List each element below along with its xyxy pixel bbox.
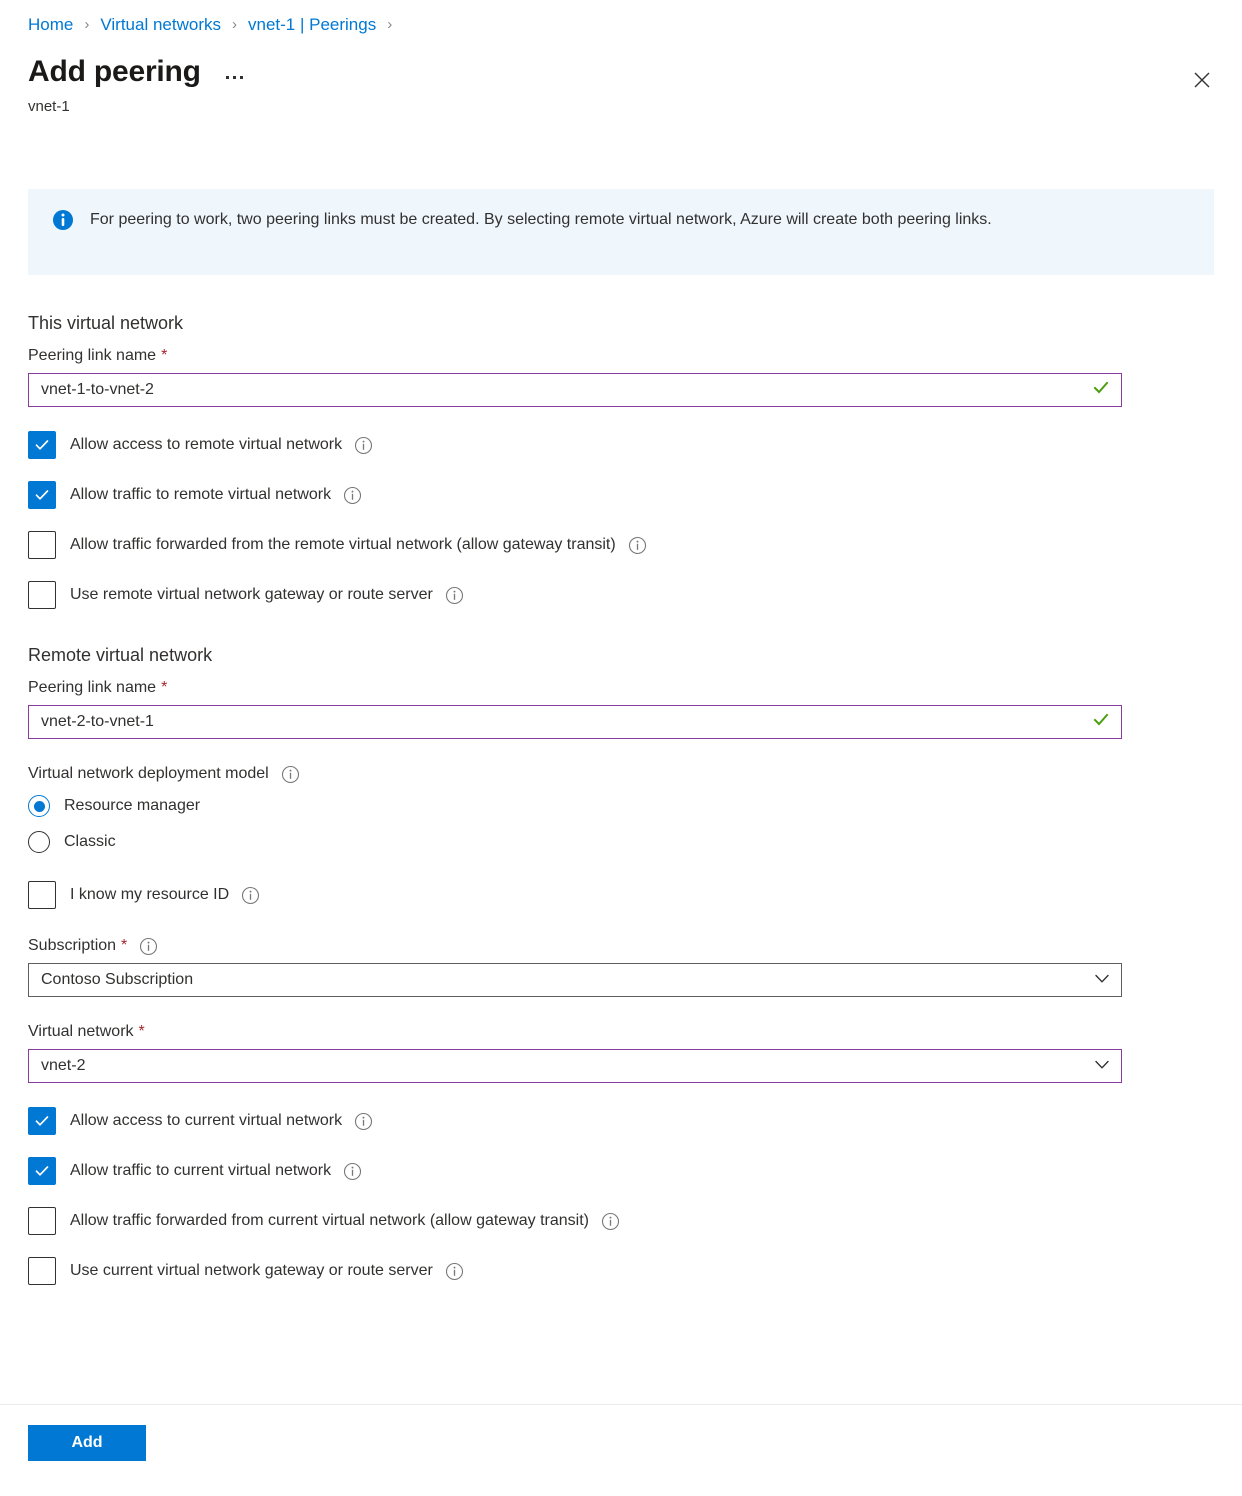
remote-peering-link-name-input[interactable] bbox=[28, 705, 1122, 739]
checkbox-row-allow-access-current[interactable]: Allow access to current virtual network bbox=[28, 1107, 1214, 1135]
info-banner: For peering to work, two peering links m… bbox=[28, 189, 1214, 275]
section-heading-this-virtual-network: This virtual network bbox=[28, 313, 184, 333]
radio-row-classic[interactable]: Classic bbox=[28, 829, 1214, 855]
checkbox-allow-traffic-remote[interactable] bbox=[28, 481, 56, 509]
subscription-label: Subscription * bbox=[28, 935, 1214, 957]
virtual-network-select-wrap: vnet-2 bbox=[28, 1049, 1122, 1083]
blade-body: For peering to work, two peering links m… bbox=[0, 117, 1242, 1404]
blade-header: Home › Virtual networks › vnet-1 | Peeri… bbox=[0, 0, 1242, 117]
checkbox-allow-access-current[interactable] bbox=[28, 1107, 56, 1135]
deployment-model-label-text: Virtual network deployment model bbox=[28, 765, 269, 782]
subscription-label-text: Subscription bbox=[28, 937, 117, 954]
breadcrumb-separator-icon: › bbox=[232, 16, 237, 33]
info-icon bbox=[52, 209, 74, 236]
checkbox-label: I know my resource ID bbox=[70, 886, 230, 903]
info-icon[interactable] bbox=[445, 1262, 464, 1281]
section-heading-remote-virtual-network: Remote virtual network bbox=[28, 645, 213, 665]
breadcrumb-item-virtual-networks[interactable]: Virtual networks bbox=[100, 14, 221, 36]
add-peering-blade: Home › Virtual networks › vnet-1 | Peeri… bbox=[0, 0, 1242, 1496]
required-marker: * bbox=[161, 679, 168, 696]
radio-label: Resource manager bbox=[64, 797, 201, 814]
info-icon[interactable] bbox=[445, 586, 464, 605]
checkbox-row-allow-access-remote[interactable]: Allow access to remote virtual network bbox=[28, 431, 1214, 459]
virtual-network-select[interactable]: vnet-2 bbox=[28, 1049, 1122, 1083]
radio-label: Classic bbox=[64, 833, 116, 850]
page-subtitle: vnet-1 bbox=[28, 98, 70, 115]
checkbox-use-remote-gateway[interactable] bbox=[28, 581, 56, 609]
checkbox-row-allow-traffic-current[interactable]: Allow traffic to current virtual network bbox=[28, 1157, 1214, 1185]
local-peering-link-name-label: Peering link name * bbox=[28, 345, 1214, 367]
virtual-network-label: Virtual network * bbox=[28, 1021, 1214, 1043]
required-marker: * bbox=[138, 1023, 145, 1040]
info-icon[interactable] bbox=[601, 1212, 620, 1231]
checkbox-label: Allow access to remote virtual network bbox=[70, 436, 343, 453]
subscription-selected-value: Contoso Subscription bbox=[41, 971, 194, 988]
checkbox-row-know-resource-id[interactable]: I know my resource ID bbox=[28, 881, 1214, 909]
checkbox-allow-access-remote[interactable] bbox=[28, 431, 56, 459]
virtual-network-selected-value: vnet-2 bbox=[41, 1057, 86, 1074]
remote-peering-link-name-field-wrap bbox=[28, 705, 1122, 739]
checkbox-label: Use remote virtual network gateway or ro… bbox=[70, 586, 433, 603]
remote-peering-link-name-label: Peering link name * bbox=[28, 677, 1214, 699]
checkbox-label: Allow traffic forwarded from current vir… bbox=[70, 1212, 589, 1229]
breadcrumb-separator-icon: › bbox=[84, 16, 90, 33]
checkbox-row-allow-traffic-remote[interactable]: Allow traffic to remote virtual network bbox=[28, 481, 1214, 509]
info-banner-text: For peering to work, two peering links m… bbox=[90, 211, 992, 228]
info-icon[interactable] bbox=[354, 1112, 373, 1131]
radio-row-resource-manager[interactable]: Resource manager bbox=[28, 793, 1214, 819]
checkbox-know-resource-id[interactable] bbox=[28, 881, 56, 909]
deployment-model-label: Virtual network deployment model bbox=[28, 763, 1214, 785]
breadcrumb-item-home[interactable]: Home bbox=[28, 14, 73, 36]
info-icon[interactable] bbox=[354, 436, 373, 455]
required-marker: * bbox=[161, 347, 168, 364]
virtual-network-label-text: Virtual network bbox=[28, 1023, 134, 1040]
add-button[interactable]: Add bbox=[28, 1425, 146, 1461]
breadcrumb-separator-icon: › bbox=[387, 16, 393, 33]
checkbox-use-current-gateway[interactable] bbox=[28, 1257, 56, 1285]
radio-resource-manager[interactable] bbox=[28, 795, 50, 817]
breadcrumb-item-vnet-1-peerings[interactable]: vnet-1 | Peerings bbox=[248, 14, 376, 36]
checkbox-allow-traffic-current[interactable] bbox=[28, 1157, 56, 1185]
info-icon[interactable] bbox=[139, 937, 158, 956]
checkbox-label: Allow traffic forwarded from the remote … bbox=[70, 536, 616, 553]
ellipsis-dot bbox=[240, 75, 244, 79]
info-icon[interactable] bbox=[241, 886, 260, 905]
checkbox-allow-forwarded-remote[interactable] bbox=[28, 531, 56, 559]
checkbox-row-use-current-gateway[interactable]: Use current virtual network gateway or r… bbox=[28, 1257, 1214, 1285]
close-icon[interactable] bbox=[1178, 56, 1226, 104]
local-peering-link-name-label-text: Peering link name bbox=[28, 347, 157, 364]
checkbox-label: Allow traffic to remote virtual network bbox=[70, 486, 332, 503]
blade-footer: Add bbox=[0, 1404, 1242, 1496]
breadcrumb: Home › Virtual networks › vnet-1 | Peeri… bbox=[28, 14, 1214, 36]
subscription-select[interactable]: Contoso Subscription bbox=[28, 963, 1122, 997]
checkbox-row-allow-forwarded-remote[interactable]: Allow traffic forwarded from the remote … bbox=[28, 531, 1214, 559]
ellipsis-icon[interactable] bbox=[219, 67, 251, 87]
checkbox-label: Allow access to current virtual network bbox=[70, 1112, 343, 1129]
checkbox-allow-forwarded-current[interactable] bbox=[28, 1207, 56, 1235]
local-peering-link-name-input[interactable] bbox=[28, 373, 1122, 407]
title-row: Add peering bbox=[28, 53, 1214, 91]
info-icon[interactable] bbox=[343, 1162, 362, 1181]
local-peering-link-name-field-wrap bbox=[28, 373, 1122, 407]
radio-classic[interactable] bbox=[28, 831, 50, 853]
subscription-select-wrap: Contoso Subscription bbox=[28, 963, 1122, 997]
remote-peering-link-name-label-text: Peering link name bbox=[28, 679, 157, 696]
info-icon[interactable] bbox=[628, 536, 647, 555]
checkbox-label: Allow traffic to current virtual network bbox=[70, 1162, 332, 1179]
required-marker: * bbox=[121, 937, 128, 954]
ellipsis-dot bbox=[233, 75, 237, 79]
info-icon[interactable] bbox=[343, 486, 362, 505]
checkbox-row-allow-forwarded-current[interactable]: Allow traffic forwarded from current vir… bbox=[28, 1207, 1214, 1235]
checkbox-row-use-remote-gateway[interactable]: Use remote virtual network gateway or ro… bbox=[28, 581, 1214, 609]
info-icon[interactable] bbox=[281, 765, 300, 784]
checkbox-label: Use current virtual network gateway or r… bbox=[70, 1262, 433, 1279]
page-title: Add peering bbox=[28, 55, 201, 88]
ellipsis-dot bbox=[226, 75, 230, 79]
